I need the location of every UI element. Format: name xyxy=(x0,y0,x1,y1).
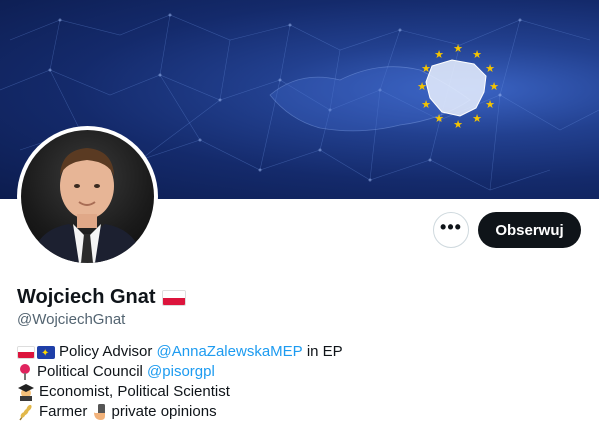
avatar-photo xyxy=(21,130,154,263)
mention-link[interactable]: @pisorgpl xyxy=(147,362,215,382)
graduate-icon xyxy=(17,383,35,401)
bio-line-policy: Policy Advisor @AnnaZalewskaMEP in EP xyxy=(17,342,343,364)
svg-text:★: ★ xyxy=(485,62,495,75)
svg-text:★: ★ xyxy=(453,42,463,55)
svg-text:★: ★ xyxy=(421,98,431,111)
bio-text: Economist, Political Scientist xyxy=(39,383,230,400)
svg-text:★: ★ xyxy=(434,48,444,61)
avatar[interactable] xyxy=(17,126,158,267)
bio-line-council: Political Council @pisorgpl xyxy=(17,362,343,382)
svg-text:★: ★ xyxy=(489,80,499,93)
pin-icon xyxy=(17,363,33,381)
svg-text:★: ★ xyxy=(472,48,482,61)
bio-text: Policy Advisor xyxy=(59,343,157,360)
bio-line-economist: Economist, Political Scientist xyxy=(17,382,343,402)
more-options-button[interactable]: ••• xyxy=(433,212,469,248)
bio-text: Farmer xyxy=(39,403,92,420)
bio-line-farmer: Farmer private opinions xyxy=(17,402,343,422)
profile-handle: @WojciechGnat xyxy=(17,311,126,328)
profile-bio: Policy Advisor @AnnaZalewskaMEP in EP Po… xyxy=(17,342,343,422)
svg-text:★: ★ xyxy=(472,112,482,125)
bio-text: in EP xyxy=(302,343,343,360)
bio-text: Political Council xyxy=(37,363,148,380)
svg-text:★: ★ xyxy=(421,62,431,75)
mention-link[interactable]: @AnnaZalewskaMEP xyxy=(157,342,303,362)
flag-poland-icon xyxy=(161,289,186,306)
phone-in-hand-icon xyxy=(92,403,108,421)
svg-text:★: ★ xyxy=(485,98,495,111)
more-icon: ••• xyxy=(440,217,462,237)
wheat-icon xyxy=(17,403,35,421)
flag-eu-icon xyxy=(37,344,55,364)
flag-poland-icon xyxy=(17,345,35,359)
svg-text:★: ★ xyxy=(453,118,463,131)
bio-text: private opinions xyxy=(111,403,217,420)
svg-text:★: ★ xyxy=(417,80,427,93)
profile-name-row: Wojciech Gnat xyxy=(17,286,186,309)
svg-text:★: ★ xyxy=(434,112,444,125)
profile-name: Wojciech Gnat xyxy=(17,286,156,308)
follow-button[interactable]: Obserwuj xyxy=(478,212,581,248)
